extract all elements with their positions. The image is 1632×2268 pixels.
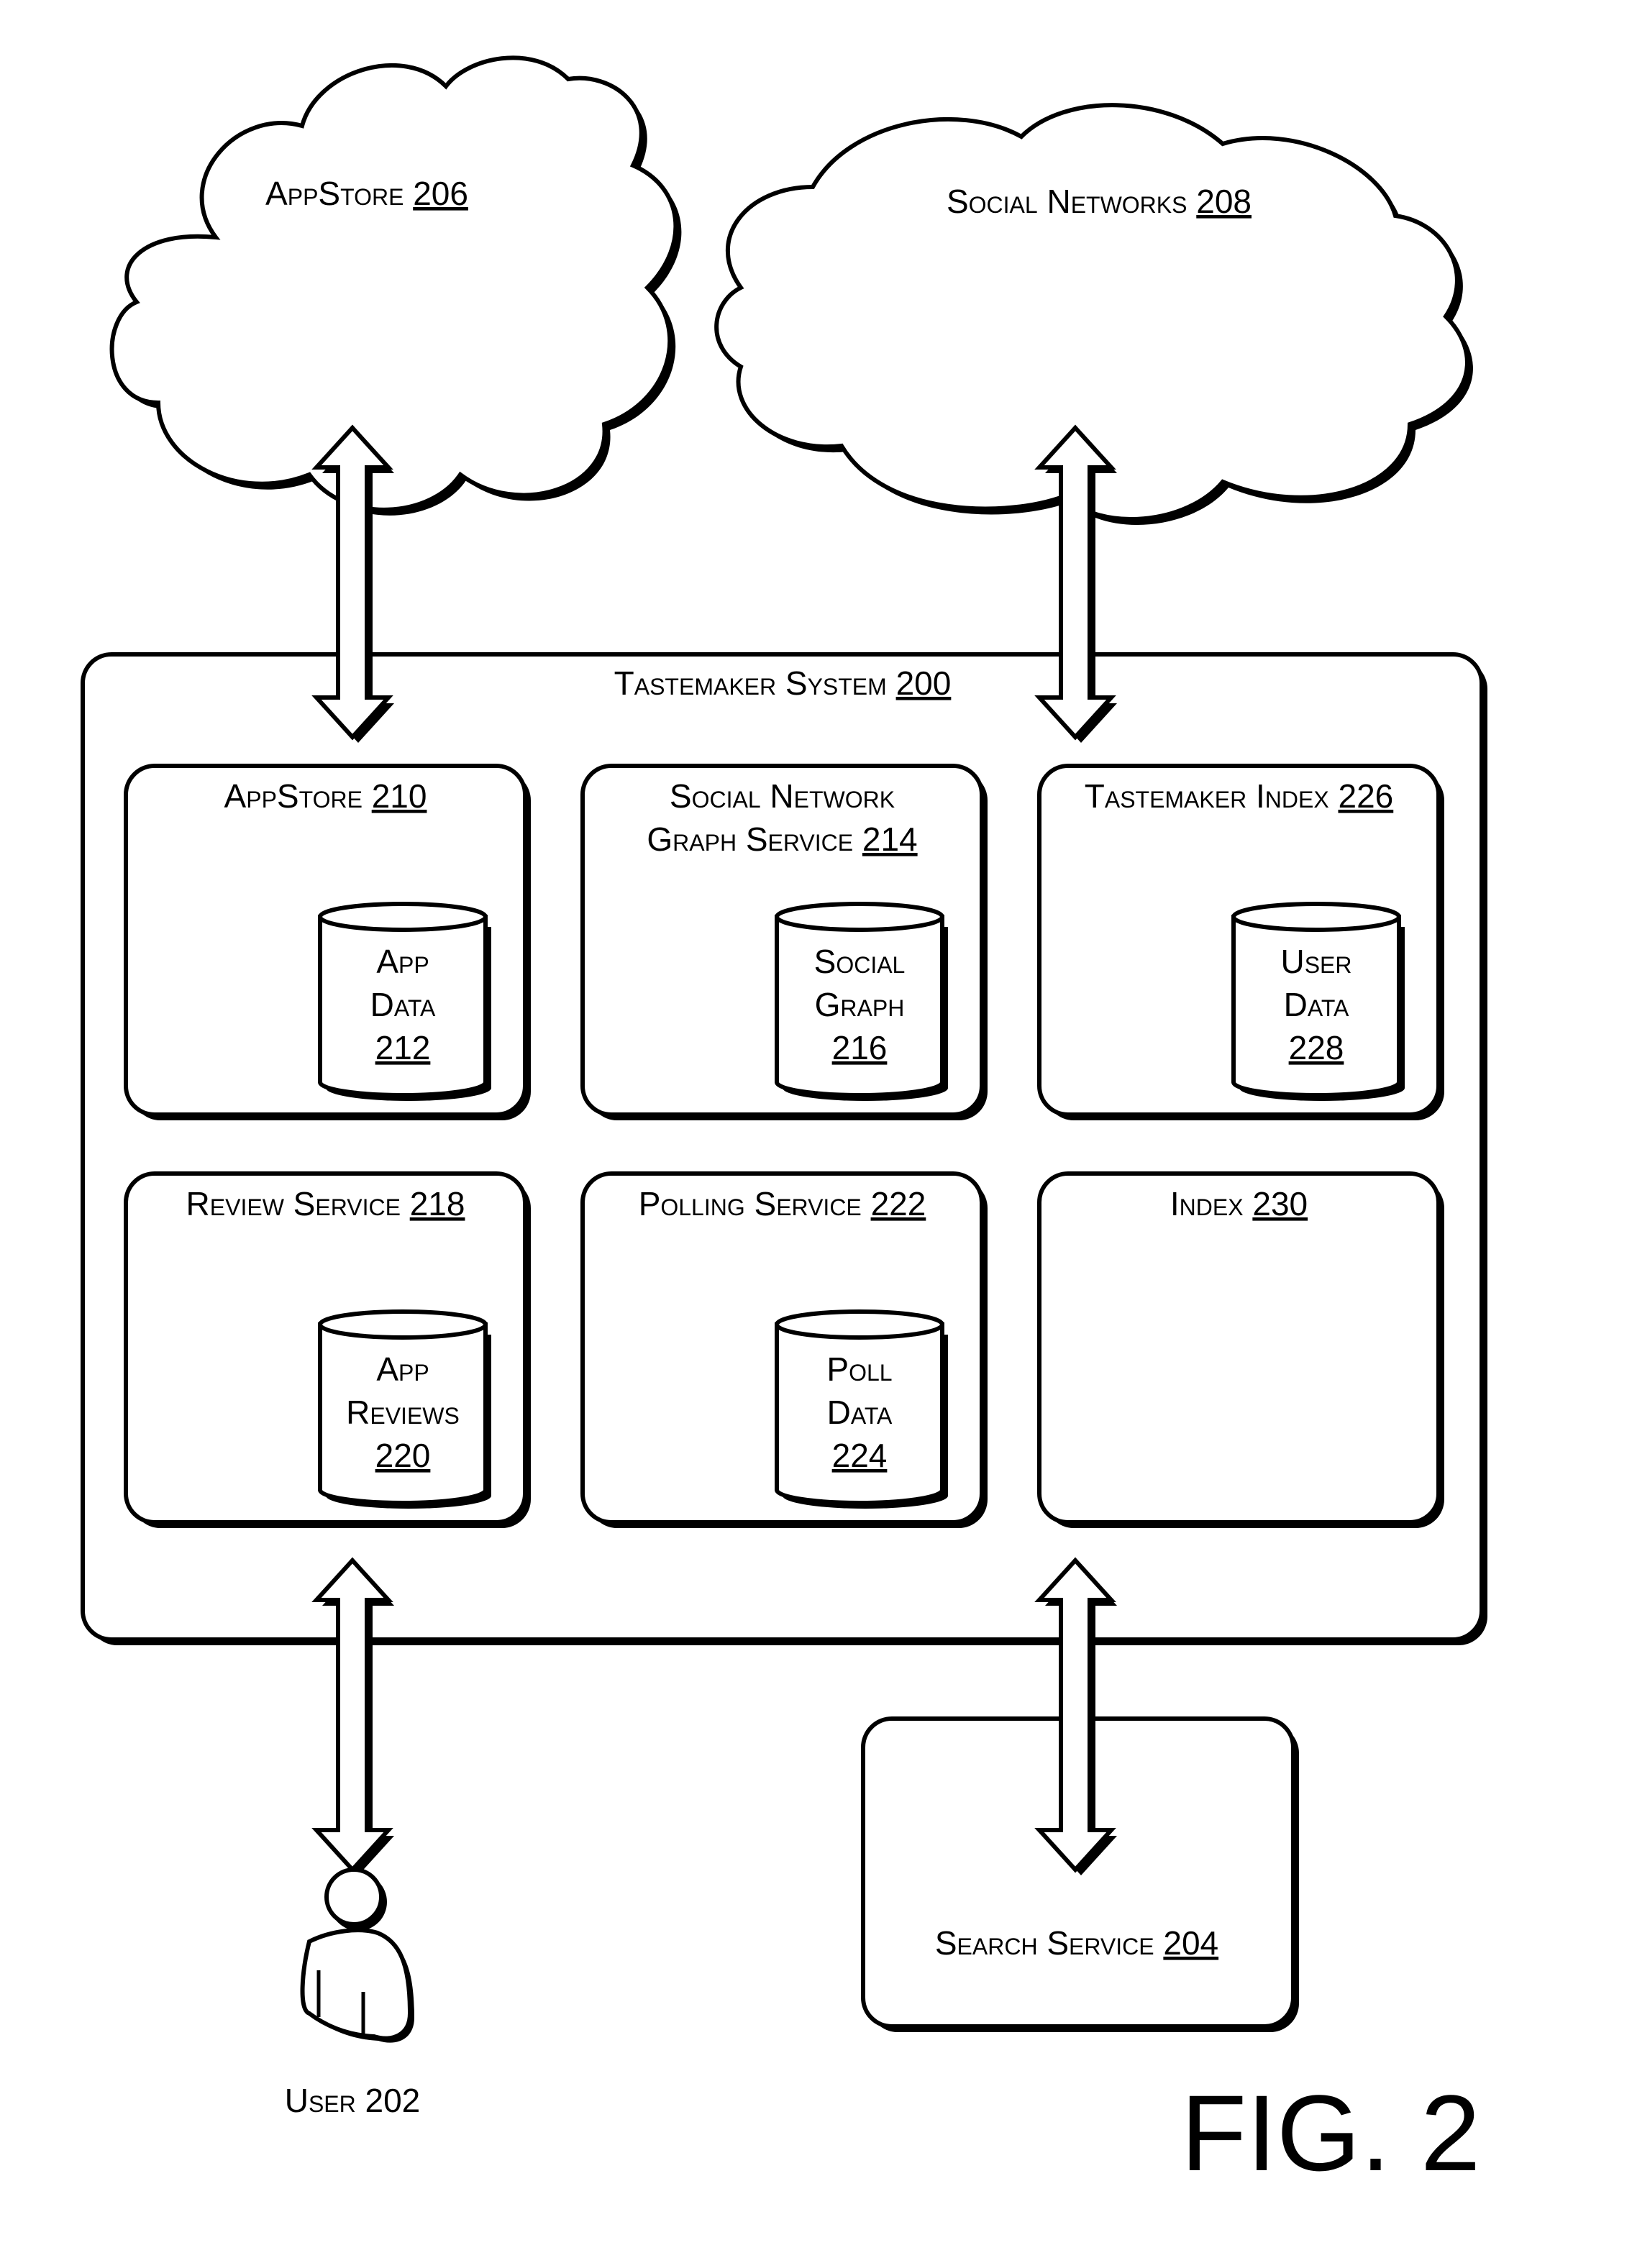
component-box-index: Index 230 <box>1037 1171 1444 1528</box>
component-ref: 230 <box>1252 1185 1308 1222</box>
component-title: Tastemaker Index 226 <box>1085 777 1393 815</box>
user-icon <box>300 1867 414 2043</box>
datastore-ref: 224 <box>832 1437 888 1474</box>
component-box-review-service: Review Service 218 App Reviews 220 <box>124 1171 531 1528</box>
component-title-text: Graph Service <box>647 820 853 858</box>
database-cylinder-icon: Poll Data 224 <box>775 1309 948 1509</box>
component-title-text: Index <box>1170 1185 1244 1222</box>
component-box-appstore: AppStore 210 App Data 212 <box>124 764 531 1120</box>
datastore-ref: 216 <box>832 1029 888 1066</box>
component-ref: 218 <box>410 1185 465 1222</box>
datastore-label: Reviews <box>346 1394 460 1431</box>
component-ref: 226 <box>1338 777 1393 815</box>
component-ref: 214 <box>862 820 918 858</box>
datastore-label: Data <box>1284 986 1349 1023</box>
database-cylinder-icon: App Data 212 <box>318 902 491 1101</box>
component-title: Index 230 <box>1170 1185 1308 1222</box>
component-ref: 222 <box>871 1185 926 1222</box>
datastore-label: Data <box>827 1394 893 1431</box>
component-title-text: Tastemaker Index <box>1085 777 1329 815</box>
architecture-diagram: AppStore 206 Social Networks 208 Tastema… <box>81 55 1487 2193</box>
tastemaker-system-label: Tastemaker System 200 <box>614 664 952 702</box>
datastore-ref: 220 <box>375 1437 431 1474</box>
component-title: Polling Service 222 <box>639 1185 926 1222</box>
component-title: AppStore 210 <box>224 777 427 815</box>
component-title-text: Polling Service <box>639 1185 862 1222</box>
database-cylinder-icon: App Reviews 220 <box>318 1309 491 1509</box>
component-title-text: AppStore <box>224 777 363 815</box>
datastore-ref: 228 <box>1289 1029 1344 1066</box>
database-cylinder-icon: User Data 228 <box>1231 902 1405 1101</box>
datastore-label: Social <box>814 943 906 980</box>
datastore-label: User <box>1280 943 1351 980</box>
appstore-cloud-label: AppStore 206 <box>265 175 468 212</box>
datastore-label: App <box>376 943 429 980</box>
component-box-tastemaker-index: Tastemaker Index 226 User Data 228 <box>1037 764 1444 1120</box>
component-title-text: Review Service <box>186 1185 401 1222</box>
datastore-ref: 212 <box>375 1029 431 1066</box>
search-service-label: Search Service 204 <box>935 1924 1218 1962</box>
datastore-label: Graph <box>815 986 905 1023</box>
appstore-cloud: AppStore 206 <box>109 55 682 516</box>
database-cylinder-icon: Social Graph 216 <box>775 902 948 1101</box>
component-box-social-network-graph-service: Social Network Graph Service 214 Social Gra… <box>580 764 988 1120</box>
datastore-label: Data <box>370 986 436 1023</box>
user-label: User 202 <box>285 2082 421 2119</box>
social-networks-cloud-label: Social Networks 208 <box>947 183 1252 220</box>
datastore-label: App <box>376 1350 429 1388</box>
component-title: Social Network <box>670 777 895 815</box>
component-box-polling-service: Polling Service 222 Poll Data 224 <box>580 1171 988 1528</box>
component-title: Graph Service 214 <box>647 820 917 858</box>
component-title-text: Social Network <box>670 777 895 815</box>
component-ref: 210 <box>372 777 427 815</box>
component-title: Review Service 218 <box>186 1185 465 1222</box>
datastore-label: Poll <box>826 1350 892 1388</box>
figure-label: FIG. 2 <box>1181 2072 1481 2193</box>
